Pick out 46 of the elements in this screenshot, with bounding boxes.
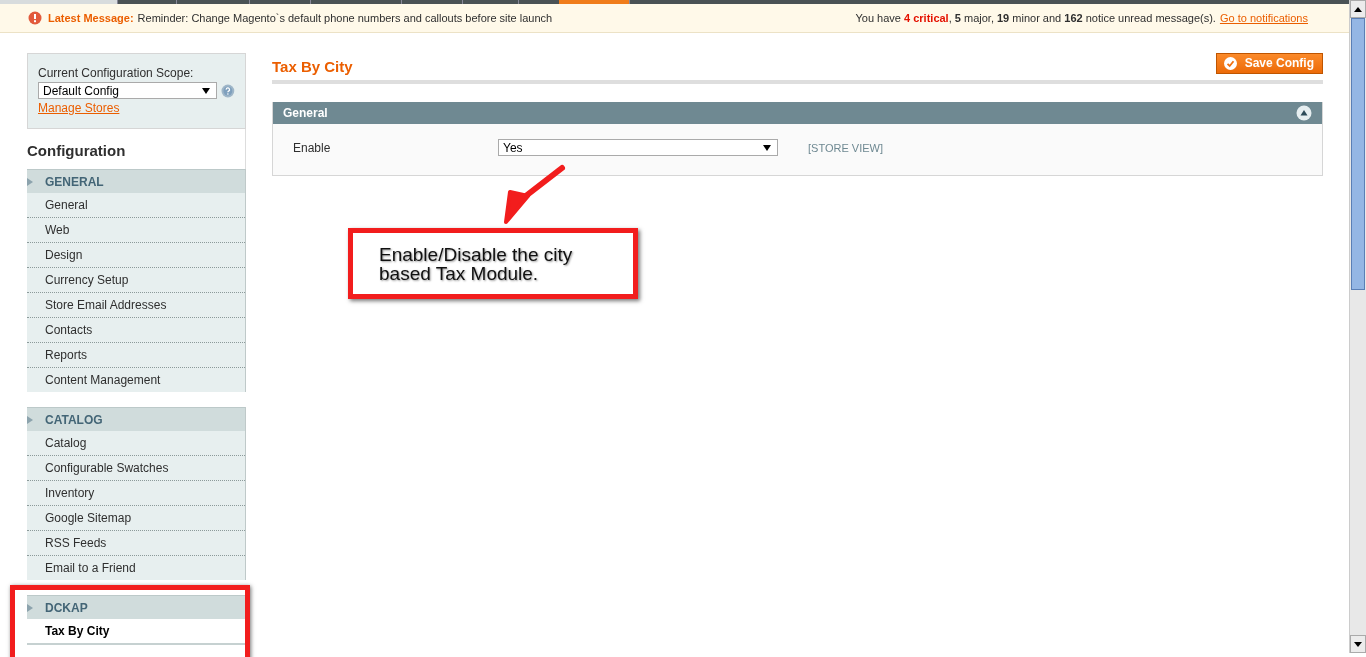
scope-dropdown[interactable]: Default Config	[38, 82, 218, 99]
sidebar-item[interactable]: Design	[27, 243, 245, 268]
sidebar-item[interactable]: Configurable Swatches	[27, 456, 245, 481]
sidebar-item[interactable]: Catalog	[27, 431, 245, 456]
alert-icon	[28, 11, 42, 25]
triangle-icon	[27, 603, 33, 612]
up-arrow-icon	[1354, 6, 1362, 12]
scroll-thumb[interactable]	[1351, 18, 1365, 290]
sidebar-item[interactable]: Store Email Addresses	[27, 293, 245, 318]
sidebar-item[interactable]: Inventory	[27, 481, 245, 506]
sidebar-item[interactable]: General	[27, 193, 245, 218]
sidebar-item[interactable]: Web	[27, 218, 245, 243]
group-header[interactable]: DCKAP	[27, 595, 245, 619]
caret-icon	[763, 144, 771, 151]
sidebar-item[interactable]: Tax By City	[27, 619, 245, 645]
sidebar-item[interactable]: Currency Setup	[27, 268, 245, 293]
group-header[interactable]: GENERAL	[27, 169, 245, 193]
field-label: Enable	[293, 140, 332, 155]
triangle-icon	[27, 415, 33, 424]
section-header[interactable]: General	[273, 102, 1322, 124]
sidebar-item[interactable]: Email to a Friend	[27, 556, 245, 580]
sidebar-item[interactable]: Reports	[27, 343, 245, 368]
sidebar-item[interactable]: Google Sitemap	[27, 506, 245, 531]
page-title: Tax By City	[272, 56, 353, 75]
sidebar-item[interactable]: Content Management	[27, 368, 245, 392]
caret-icon	[202, 87, 211, 94]
scope-hint: [STORE VIEW]	[808, 141, 883, 154]
notice-summary: You have 4 critical, 5 major, 19 minor and 162 notice unread message(s).	[855, 12, 1216, 24]
down-arrow-icon	[1354, 641, 1362, 647]
triangle-icon	[27, 177, 33, 186]
active-tab-indicator	[559, 0, 630, 4]
sidebar-item[interactable]: RSS Feeds	[27, 531, 245, 556]
message-text: Reminder: Change Magento`s default phone numbers and callouts before site launch	[137, 12, 553, 24]
enable-dropdown[interactable]: Yes	[498, 139, 778, 156]
collapse-icon[interactable]	[1296, 105, 1312, 121]
group-header[interactable]: CATALOG	[27, 407, 245, 431]
section-title: General	[283, 106, 328, 120]
check-icon	[1223, 56, 1237, 70]
scrollbar[interactable]	[1349, 0, 1366, 653]
annotation-text: Enable/Disable the city based Tax Module.	[379, 245, 574, 283]
sidebar-title: Configuration	[27, 129, 246, 169]
latest-message-label: Latest Message:	[48, 12, 134, 24]
sidebar-item[interactable]: Contacts	[27, 318, 245, 343]
scroll-up-button[interactable]	[1350, 0, 1366, 18]
scroll-down-button[interactable]	[1350, 635, 1366, 653]
scope-label: Current Configuration Scope:	[38, 66, 195, 80]
